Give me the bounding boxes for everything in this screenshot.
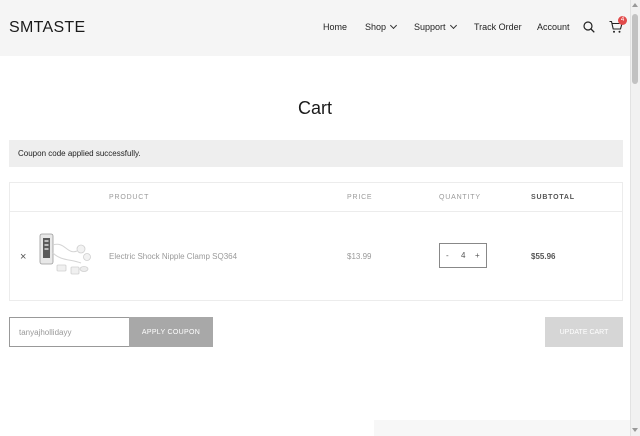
search-icon[interactable] (583, 21, 595, 33)
header-price: PRICE (347, 194, 373, 201)
quantity-stepper: - 4 + (439, 243, 487, 268)
chevron-down-icon (449, 21, 457, 30)
line-subtotal: $55.96 (531, 252, 556, 261)
nav-shop[interactable]: Shop (365, 21, 398, 32)
quantity-input[interactable]: 4 (461, 251, 465, 260)
scroll-up-arrow-icon[interactable] (632, 3, 638, 7)
nav-support-label: Support (414, 22, 446, 32)
table-divider (10, 211, 622, 212)
site-logo[interactable]: SMTASTE (9, 19, 85, 37)
remove-item-button[interactable]: × (20, 251, 26, 263)
nav-track-order[interactable]: Track Order (474, 22, 522, 32)
nav-support[interactable]: Support (414, 21, 457, 32)
header-quantity: QUANTITY (439, 194, 481, 201)
cart-totals-panel (374, 420, 630, 436)
quantity-increase-button[interactable]: + (475, 251, 480, 260)
quantity-decrease-button[interactable]: - (446, 251, 449, 260)
site-header: SMTASTE Home Shop Support Track Order Ac… (0, 0, 630, 56)
cart-count-badge: 4 (618, 16, 627, 25)
nav-home[interactable]: Home (323, 22, 347, 32)
header-product: PRODUCT (109, 194, 150, 201)
update-cart-button[interactable]: UPDATE CART (545, 317, 623, 347)
scroll-down-arrow-icon[interactable] (632, 428, 638, 432)
coupon-success-notice: Coupon code applied successfully. (9, 140, 623, 167)
apply-coupon-button[interactable]: APPLY COUPON (129, 317, 213, 347)
product-name-link[interactable]: Electric Shock Nipple Clamp SQ364 (109, 252, 237, 261)
nav-home-label: Home (323, 22, 348, 32)
nav-account[interactable]: Account (537, 22, 570, 32)
product-price: $13.99 (347, 252, 372, 261)
nav-shop-label: Shop (365, 22, 387, 32)
chevron-down-icon (389, 21, 398, 30)
nav-track-order-label: Track Order (474, 22, 522, 32)
product-thumbnail[interactable] (37, 231, 97, 279)
nav-account-label: Account (537, 22, 570, 32)
cart-table: PRODUCT PRICE QUANTITY SUBTOTAL × Electr… (9, 182, 623, 301)
scrollbar-thumb[interactable] (632, 14, 638, 84)
page-title: Cart (297, 98, 332, 118)
coupon-code-input[interactable] (9, 317, 129, 347)
header-subtotal: SUBTOTAL (531, 194, 575, 201)
